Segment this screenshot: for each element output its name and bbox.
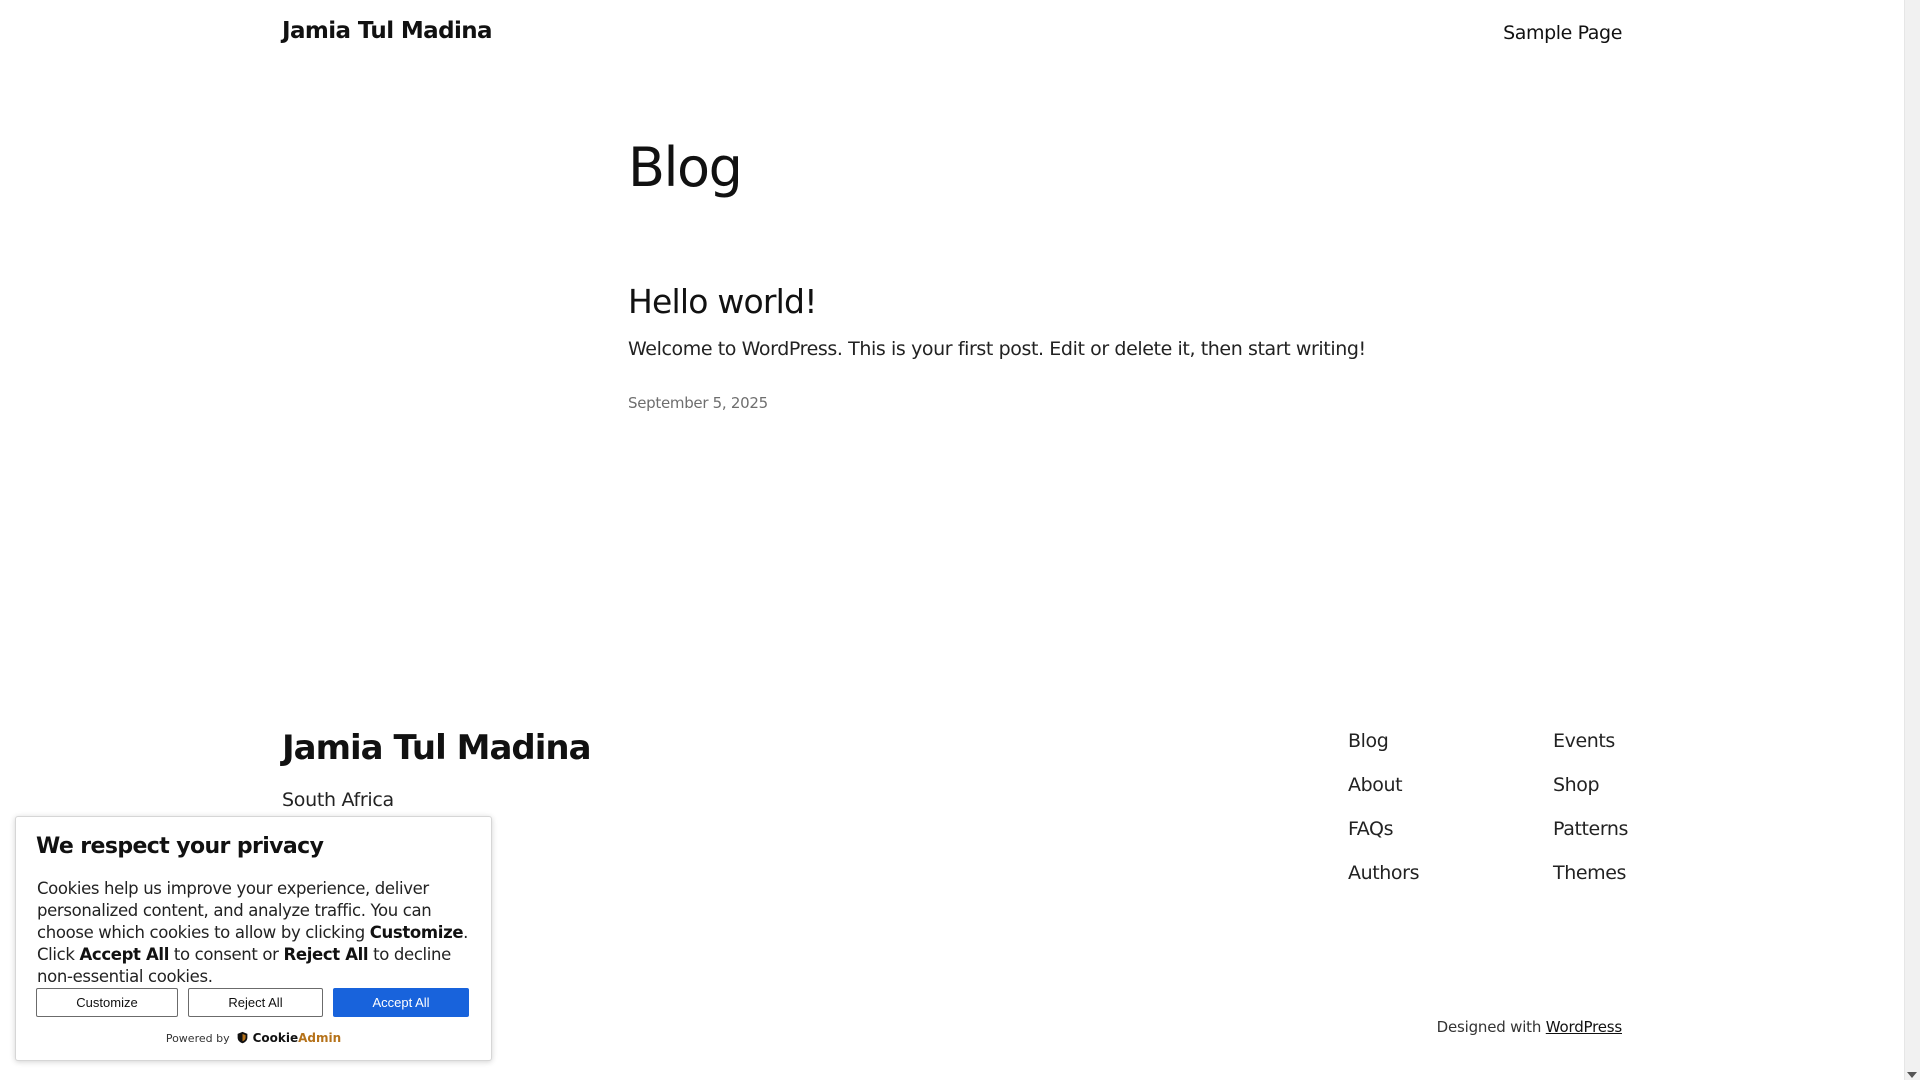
cookie-heading: We respect your privacy: [36, 834, 324, 859]
post-date[interactable]: September 5, 2025: [628, 394, 768, 412]
footer-link-authors[interactable]: Authors: [1348, 862, 1528, 906]
credit-prefix: Designed with: [1436, 1018, 1542, 1036]
footer-nav-primary: Blog About FAQs Authors: [1348, 730, 1528, 906]
cookie-customize-button[interactable]: Customize: [36, 988, 178, 1017]
cookie-accept-all-button[interactable]: Accept All: [333, 988, 469, 1017]
nav-link-sample-page[interactable]: Sample Page: [1503, 22, 1622, 44]
scroll-down-arrow-icon[interactable]: [1907, 1072, 1917, 1078]
page-scrollbar[interactable]: [1904, 0, 1920, 1080]
footer-site-title[interactable]: Jamia Tul Madina: [282, 728, 592, 768]
footer-tagline: South Africa: [282, 789, 394, 811]
credit-wordpress-link[interactable]: WordPress: [1546, 1018, 1622, 1036]
footer-link-patterns[interactable]: Patterns: [1553, 818, 1733, 862]
post-excerpt: Welcome to WordPress. This is your first…: [628, 338, 1366, 360]
footer-link-about[interactable]: About: [1348, 774, 1528, 818]
site-title[interactable]: Jamia Tul Madina: [282, 18, 493, 44]
footer-link-events[interactable]: Events: [1553, 730, 1733, 774]
powered-by: Powered by CookieAdmin: [16, 1031, 491, 1045]
page-title: Blog: [628, 136, 743, 199]
footer-credit: Designed with WordPress: [1436, 1018, 1623, 1036]
cookie-consent-banner: We respect your privacy Cookies help us …: [15, 816, 492, 1061]
post-title[interactable]: Hello world!: [628, 282, 817, 321]
cookie-description: Cookies help us improve your experience,…: [37, 879, 469, 986]
footer-link-themes[interactable]: Themes: [1553, 862, 1733, 906]
footer-link-blog[interactable]: Blog: [1348, 730, 1528, 774]
footer-link-shop[interactable]: Shop: [1553, 774, 1733, 818]
footer-nav-secondary: Events Shop Patterns Themes: [1553, 730, 1733, 906]
footer-link-faqs[interactable]: FAQs: [1348, 818, 1528, 862]
powered-by-label: Powered by: [165, 1032, 230, 1045]
cookie-reject-all-button[interactable]: Reject All: [188, 988, 323, 1017]
cookieadmin-brand-link[interactable]: CookieAdmin: [253, 1031, 342, 1045]
cookieadmin-shield-icon: [237, 1031, 248, 1044]
